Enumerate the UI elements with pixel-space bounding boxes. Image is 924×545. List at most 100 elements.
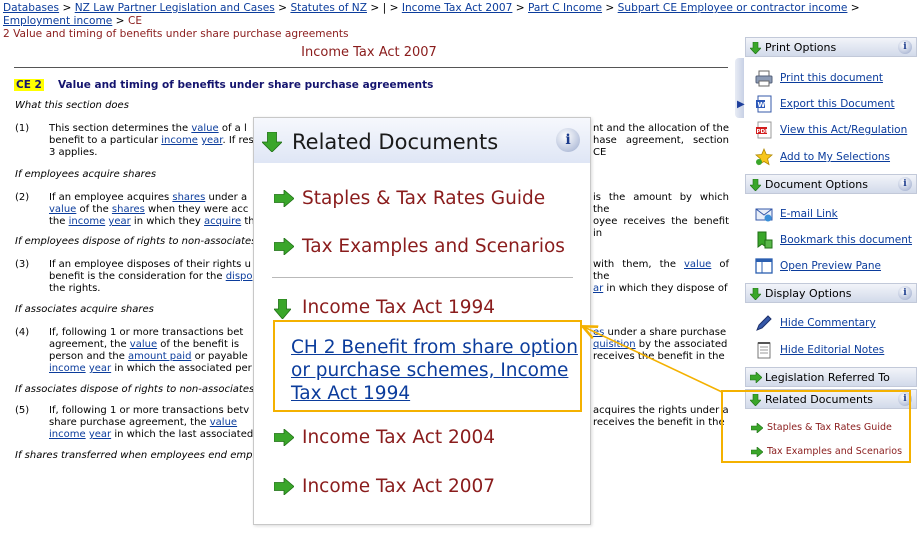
sidebar-item-label[interactable]: Hide Commentary: [780, 317, 876, 329]
definition-link-shares[interactable]: es: [593, 327, 604, 338]
panel-header-print-options[interactable]: Print Options i: [745, 37, 917, 57]
green-right-arrow-icon: [750, 372, 762, 383]
paragraph-number: (1): [15, 123, 30, 134]
paragraph-number: (4): [15, 327, 30, 338]
pen-icon: [756, 315, 772, 331]
breadcrumb: Databases > NZ Law Partner Legislation a…: [3, 2, 860, 40]
para-line: 3 applies.: [49, 147, 98, 158]
sidebar-item-view-act[interactable]: PDF View this Act/Regulation: [755, 120, 915, 140]
section-number: CE 2: [14, 79, 44, 91]
breadcrumb-subpart-ce[interactable]: Subpart CE Employee or contractor income: [618, 2, 848, 14]
definition-link-value[interactable]: value: [210, 417, 237, 428]
sidebar-item-label[interactable]: View this Act/Regulation: [780, 124, 907, 136]
sidebar-item-print[interactable]: Print this document: [755, 68, 915, 88]
definition-link-income[interactable]: income: [49, 429, 86, 440]
popup-title: Related Documents: [292, 130, 499, 154]
breadcrumb-current-part2: 2 Value and timing of benefits under sha…: [3, 28, 349, 40]
definition-link-value[interactable]: value: [684, 259, 711, 270]
info-icon[interactable]: i: [556, 128, 580, 152]
para-line: oyee receives the benefit in: [593, 216, 729, 239]
sidebar-item-bookmark[interactable]: Bookmark this document: [755, 230, 915, 250]
popup-header: Related Documents i: [254, 118, 590, 163]
definition-link-year[interactable]: ar: [593, 283, 603, 294]
para-line: If an employee acquires shares under a: [49, 192, 248, 203]
sidebar-item-export[interactable]: W Export this Document: [755, 94, 915, 114]
sidebar-item-hide-editorial[interactable]: Hide Editorial Notes: [755, 340, 915, 360]
para-line: This section determines the value of a l: [49, 123, 247, 134]
para-line: acquires the rights under a: [593, 405, 729, 416]
related-item-label[interactable]: Income Tax Act 2004: [302, 427, 495, 448]
green-right-arrow-icon: [274, 190, 294, 207]
chevron-right-icon[interactable]: ▶: [737, 99, 745, 110]
definition-link-acquisition[interactable]: quisition: [593, 339, 636, 350]
sidebar-item-label[interactable]: Export this Document: [780, 98, 895, 110]
related-item-label[interactable]: Income Tax Act 2007: [302, 476, 495, 497]
definition-link-year[interactable]: year: [201, 135, 222, 146]
breadcrumb-employment-income[interactable]: Employment income: [3, 15, 112, 27]
panel-header-legislation-referred[interactable]: Legislation Referred To: [745, 367, 917, 387]
panel-header-display-options[interactable]: Display Options i: [745, 283, 917, 303]
para-line: the income year in which they acquire th: [49, 216, 255, 227]
sidebar-item-label[interactable]: Bookmark this document: [780, 234, 912, 246]
para-line: If, following 1 or more transactions bet…: [49, 405, 250, 416]
definition-link-amount-paid[interactable]: amount paid: [128, 351, 191, 362]
sidebar-item-label[interactable]: Print this document: [780, 72, 883, 84]
sidebar-item-label[interactable]: Hide Editorial Notes: [780, 344, 884, 356]
pdf-icon: PDF: [756, 121, 772, 139]
green-down-arrow-icon: [750, 179, 761, 191]
subheading-shares-transferred: If shares transferred when employees end…: [15, 450, 272, 461]
sidebar-item-preview-pane[interactable]: Open Preview Pane: [755, 256, 915, 276]
para-line: income year in which the associated per: [49, 363, 252, 374]
panel-header-label: Document Options: [765, 178, 868, 191]
title-divider: [14, 67, 728, 68]
definition-link-income[interactable]: income: [69, 216, 106, 227]
panel-header-document-options[interactable]: Document Options i: [745, 174, 917, 194]
definition-link-year[interactable]: year: [89, 363, 111, 374]
definition-link-shares[interactable]: shares: [112, 204, 145, 215]
sidebar-item-email-link[interactable]: E-mail Link: [755, 204, 915, 224]
related-child-link-ch2[interactable]: CH 2 Benefit from share option or purcha…: [291, 336, 581, 405]
panel-header-label: Print Options: [765, 41, 837, 54]
definition-link-income[interactable]: income: [49, 363, 86, 374]
definition-link-disposal[interactable]: dispo: [226, 271, 253, 282]
sidebar-item-label[interactable]: E-mail Link: [780, 208, 838, 220]
definition-link-value[interactable]: value: [130, 339, 157, 350]
para-line: benefit to a particular income year. If …: [49, 135, 254, 146]
panel-header-label: Legislation Referred To: [765, 371, 890, 384]
breadcrumb-statutes-of-nz[interactable]: Statutes of NZ: [290, 2, 367, 14]
green-down-arrow-icon: [750, 42, 761, 54]
svg-text:W: W: [758, 101, 766, 109]
info-icon[interactable]: i: [898, 177, 912, 191]
preview-pane-icon: [755, 258, 773, 274]
sidebar-item-label[interactable]: Add to My Selections: [780, 151, 890, 163]
sidebar-item-label[interactable]: Open Preview Pane: [780, 260, 881, 272]
breadcrumb-nz-law-partner[interactable]: NZ Law Partner Legislation and Cases: [75, 2, 275, 14]
info-icon[interactable]: i: [898, 286, 912, 300]
definition-link-year[interactable]: year: [89, 429, 111, 440]
highlight-box-child-link: CH 2 Benefit from share option or purcha…: [273, 320, 582, 412]
paragraph-number: (3): [15, 259, 30, 270]
definition-link-value[interactable]: value: [49, 204, 76, 215]
panel-header-label: Display Options: [765, 287, 852, 300]
green-right-arrow-icon: [274, 478, 294, 495]
related-item-label[interactable]: Staples & Tax Rates Guide: [302, 188, 545, 209]
definition-link-value[interactable]: value: [191, 123, 218, 134]
green-down-arrow-icon: [750, 288, 761, 300]
definition-link-income[interactable]: income: [161, 135, 198, 146]
para-line: If an employee disposes of their rights …: [49, 259, 251, 270]
info-icon[interactable]: i: [898, 40, 912, 54]
related-item-label[interactable]: Income Tax Act 1994: [302, 297, 495, 318]
breadcrumb-part-c-income[interactable]: Part C Income: [528, 2, 602, 14]
subheading-employees-acquire: If employees acquire shares: [15, 169, 157, 180]
sidebar-item-add-selections[interactable]: Add to My Selections: [755, 147, 915, 167]
notepad-icon: [757, 342, 771, 359]
breadcrumb-databases[interactable]: Databases: [3, 2, 59, 14]
breadcrumb-income-tax-act-2007[interactable]: Income Tax Act 2007: [402, 2, 513, 14]
definition-link-year[interactable]: year: [108, 216, 130, 227]
definition-link-acquire[interactable]: acquire: [204, 216, 241, 227]
definition-link-shares[interactable]: shares: [172, 192, 205, 203]
para-line: benefit is the consideration for the dis…: [49, 271, 253, 282]
related-item-label[interactable]: Tax Examples and Scenarios: [302, 236, 565, 257]
word-doc-icon: W: [756, 95, 772, 113]
sidebar-item-hide-commentary[interactable]: Hide Commentary: [755, 313, 915, 333]
